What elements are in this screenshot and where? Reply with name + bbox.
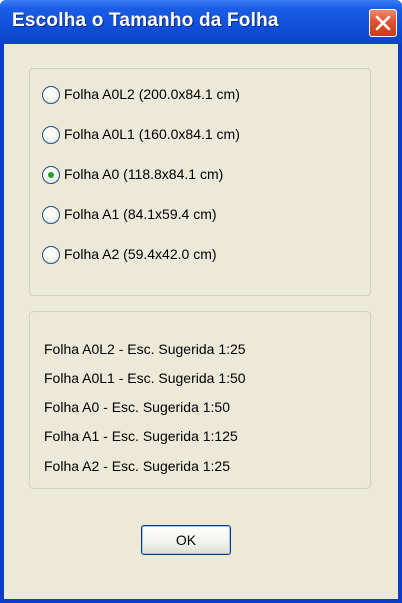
radio-option-a0[interactable]: Folha A0 (118.8x84.1 cm) bbox=[42, 164, 362, 188]
suggested-scales-group: Folha A0L2 - Esc. Sugerida 1:25 Folha A0… bbox=[29, 311, 371, 489]
radio-selected-dot bbox=[48, 172, 54, 178]
radio-button[interactable] bbox=[42, 86, 60, 104]
radio-option-a0l1[interactable]: Folha A0L1 (160.0x84.1 cm) bbox=[42, 124, 362, 148]
scale-text: Folha A0 - Esc. Sugerida 1:50 bbox=[44, 399, 230, 415]
scale-text: Folha A2 - Esc. Sugerida 1:25 bbox=[44, 458, 230, 474]
radio-button-selected[interactable] bbox=[42, 166, 60, 184]
title-bar[interactable]: Escolha o Tamanho da Folha bbox=[0, 0, 402, 44]
radio-button[interactable] bbox=[42, 246, 60, 264]
radio-button[interactable] bbox=[42, 206, 60, 224]
close-button[interactable] bbox=[369, 9, 397, 37]
radio-label: Folha A0L2 (200.0x84.1 cm) bbox=[64, 86, 240, 102]
scale-text: Folha A0L2 - Esc. Sugerida 1:25 bbox=[44, 341, 246, 357]
radio-button[interactable] bbox=[42, 126, 60, 144]
close-icon bbox=[375, 15, 391, 31]
radio-option-a1[interactable]: Folha A1 (84.1x59.4 cm) bbox=[42, 204, 362, 228]
radio-label: Folha A1 (84.1x59.4 cm) bbox=[64, 206, 217, 222]
dialog-body: Folha A0L2 (200.0x84.1 cm) Folha A0L1 (1… bbox=[4, 44, 398, 599]
dialog-window: Escolha o Tamanho da Folha Folha A0L2 (2… bbox=[0, 0, 402, 603]
scale-text: Folha A0L1 - Esc. Sugerida 1:50 bbox=[44, 370, 246, 386]
radio-label: Folha A2 (59.4x42.0 cm) bbox=[64, 246, 217, 262]
radio-option-a0l2[interactable]: Folha A0L2 (200.0x84.1 cm) bbox=[42, 84, 362, 108]
radio-label: Folha A0 (118.8x84.1 cm) bbox=[64, 166, 224, 182]
radio-option-a2[interactable]: Folha A2 (59.4x42.0 cm) bbox=[42, 244, 362, 268]
sheet-size-group: Folha A0L2 (200.0x84.1 cm) Folha A0L1 (1… bbox=[29, 68, 371, 296]
ok-button[interactable]: OK bbox=[141, 525, 231, 555]
radio-label: Folha A0L1 (160.0x84.1 cm) bbox=[64, 126, 240, 142]
window-title: Escolha o Tamanho da Folha bbox=[12, 10, 279, 31]
scale-text: Folha A1 - Esc. Sugerida 1:125 bbox=[44, 428, 238, 444]
